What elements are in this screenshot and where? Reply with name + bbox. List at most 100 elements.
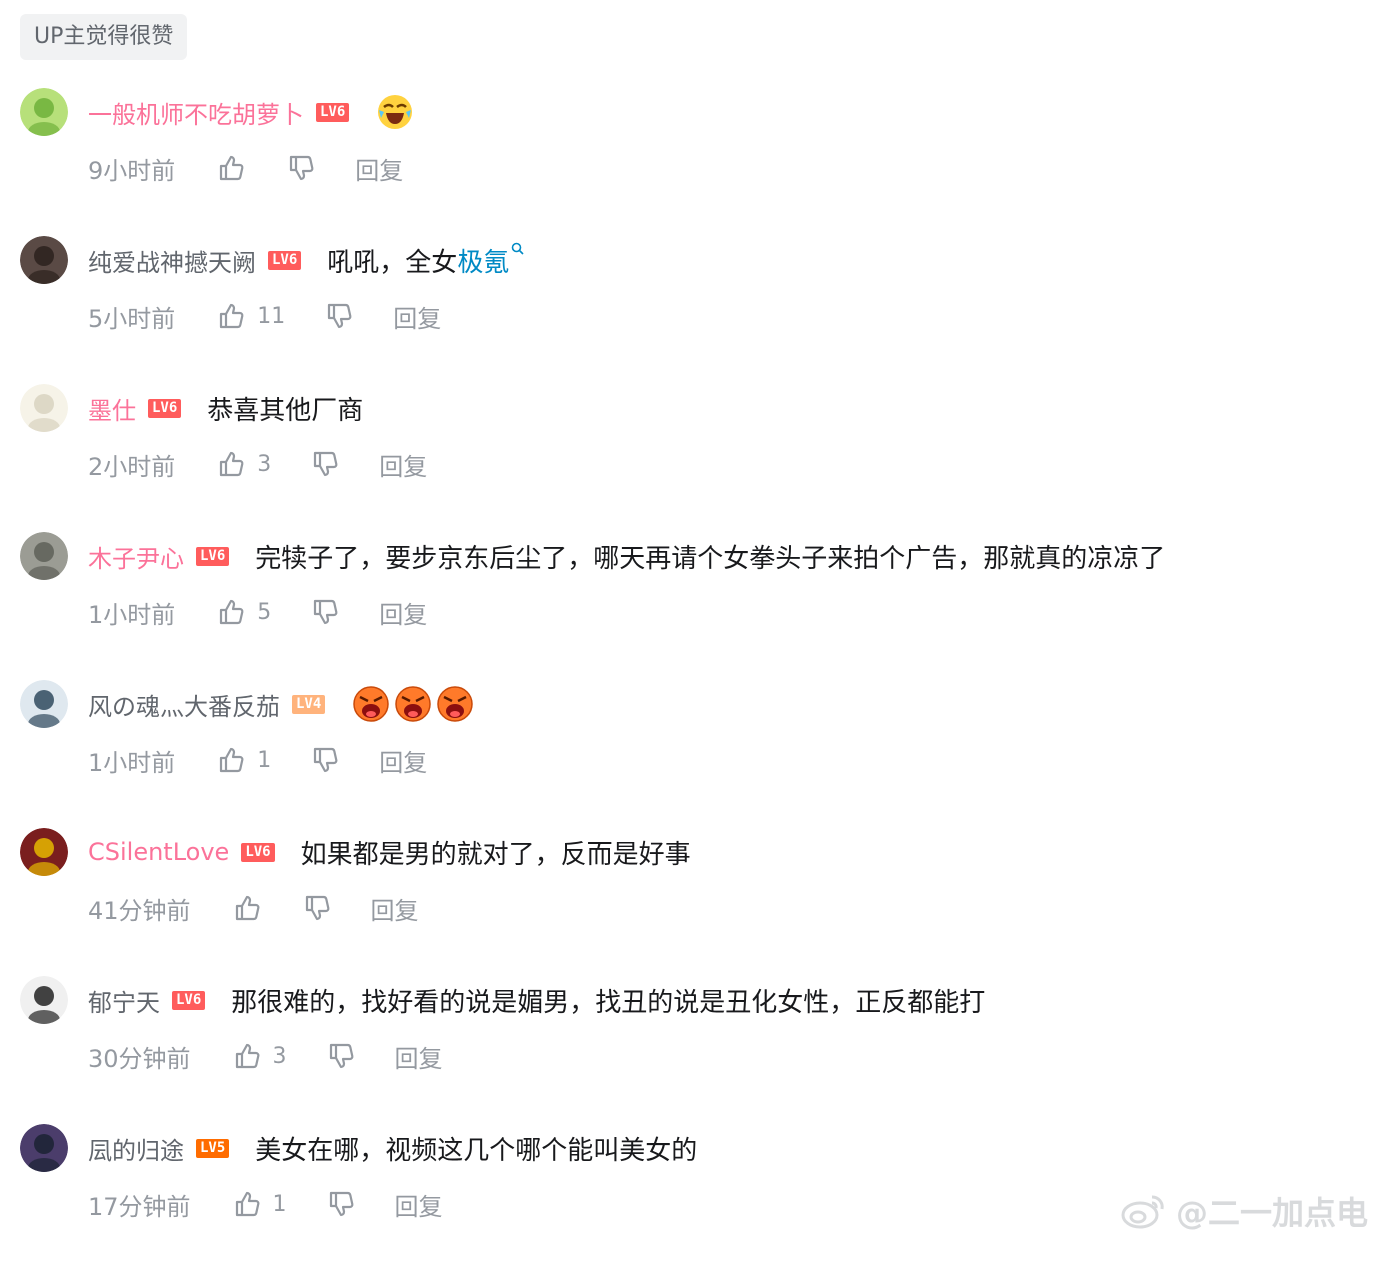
level-badge: LV6 — [241, 842, 275, 862]
thumbs-up-icon — [215, 300, 247, 332]
comment-footer: 30分钟前 3 回复 — [88, 1036, 443, 1076]
comment-header: 墨仕 LV6 恭喜其他厂商 — [88, 388, 363, 428]
weibo-watermark: @二一加点电 — [1120, 1188, 1368, 1234]
thumbs-up-icon — [231, 1040, 263, 1072]
reply-button[interactable]: 回复 — [379, 743, 427, 778]
like-count: 1 — [257, 747, 272, 773]
thumbs-down-icon — [301, 892, 333, 924]
like-button[interactable]: 3 — [215, 448, 271, 480]
dislike-button[interactable] — [309, 596, 341, 628]
reply-button[interactable]: 回复 — [395, 1187, 443, 1222]
dislike-button[interactable] — [325, 1188, 357, 1220]
weibo-logo-icon — [1121, 1195, 1164, 1229]
level-badge: LV6 — [148, 398, 182, 418]
avatar[interactable] — [20, 88, 68, 136]
watermark-text: @二一加点电 — [1175, 1194, 1368, 1232]
reply-button[interactable]: 回复 — [393, 299, 441, 334]
reply-button[interactable]: 回复 — [395, 1039, 443, 1074]
avatar[interactable] — [20, 976, 68, 1024]
keyword-link[interactable]: 极氪 — [457, 248, 509, 278]
comment-footer: 2小时前 3 回复 — [88, 444, 427, 484]
comment-item: 墨仕 LV6 恭喜其他厂商 2小时前 3 回复 — [0, 384, 1382, 532]
comment-content: 完犊子了，要步京东后尘了，哪天再请个女拳头子来拍个广告，那就真的凉凉了 — [255, 538, 1165, 575]
comment-time: 1小时前 — [88, 748, 176, 777]
avatar[interactable] — [20, 384, 68, 432]
laughing-cry-emote — [375, 95, 417, 129]
comment-time: 30分钟前 — [88, 1044, 191, 1073]
dislike-button[interactable] — [301, 892, 333, 924]
like-button[interactable]: 5 — [215, 596, 271, 628]
comment-header: 纯爱战神撼天阙 LV6 吼吼，全女极氪 — [88, 240, 524, 280]
thumbs-up-icon — [215, 152, 247, 184]
reply-button[interactable]: 回复 — [379, 595, 427, 630]
comment-time: 17分钟前 — [88, 1192, 191, 1221]
level-badge: LV4 — [292, 694, 326, 714]
comment-header: 凨的归途 LV5 美女在哪，视频这几个哪个能叫美女的 — [88, 1128, 697, 1168]
like-button[interactable] — [215, 152, 247, 184]
comment-footer: 5小时前 11 回复 — [88, 296, 441, 336]
comment-footer: 1小时前 1 回复 — [88, 740, 427, 780]
username[interactable]: 凨的归途 — [88, 1131, 184, 1166]
level-badge: LV6 — [316, 102, 350, 122]
comment-content: 那很难的，找好看的说是媚男，找丑的说是丑化女性，正反都能打 — [231, 982, 985, 1019]
thumbs-down-icon — [325, 1188, 357, 1220]
like-button[interactable]: 1 — [231, 1188, 287, 1220]
reply-button[interactable]: 回复 — [371, 891, 419, 926]
like-button[interactable]: 11 — [215, 300, 285, 332]
comment-content — [375, 92, 417, 132]
username[interactable]: 木子尹心 — [88, 539, 184, 574]
comment-item: CSilentLove LV6 如果都是男的就对了，反而是好事 41分钟前 回复 — [0, 828, 1382, 976]
username[interactable]: 一般机师不吃胡萝卜 — [88, 95, 304, 130]
comment-item: 风の魂灬大番反茄 LV4 1小时前 1 回复 — [0, 680, 1382, 828]
like-button[interactable] — [231, 892, 263, 924]
like-count: 3 — [257, 451, 272, 477]
comment-footer: 9小时前 回复 — [88, 148, 403, 188]
comment-time: 41分钟前 — [88, 896, 191, 925]
avatar[interactable] — [20, 1124, 68, 1172]
comment-item: 木子尹心 LV6 完犊子了，要步京东后尘了，哪天再请个女拳头子来拍个广告，那就真的凉… — [0, 532, 1382, 680]
comment-time: 5小时前 — [88, 304, 176, 333]
like-count: 11 — [257, 303, 286, 329]
comment-content: 吼吼，全女极氪 — [327, 242, 524, 279]
search-icon[interactable] — [511, 242, 524, 259]
avatar[interactable] — [20, 236, 68, 284]
thumbs-down-icon — [285, 152, 317, 184]
avatar[interactable] — [20, 828, 68, 876]
username[interactable]: CSilentLove — [88, 838, 229, 866]
comment-content — [351, 684, 477, 724]
comment-text: 吼吼，全女 — [327, 247, 458, 278]
up-liked-badge: UP主觉得很赞 — [20, 14, 188, 60]
comment-header: 风の魂灬大番反茄 LV4 — [88, 684, 477, 724]
thumbs-up-icon — [215, 596, 247, 628]
username[interactable]: 纯爱战神撼天阙 — [88, 243, 256, 278]
dislike-button[interactable] — [323, 300, 355, 332]
dislike-button[interactable] — [325, 1040, 357, 1072]
angry-emote — [393, 686, 435, 722]
comment-time: 1小时前 — [88, 600, 176, 629]
comment-text: 恭喜其他厂商 — [207, 395, 364, 426]
angry-emote — [435, 686, 477, 722]
like-button[interactable]: 1 — [215, 744, 271, 776]
angry-emote — [351, 686, 393, 722]
reply-button[interactable]: 回复 — [379, 447, 427, 482]
like-count: 5 — [257, 599, 272, 625]
level-badge: LV6 — [196, 546, 230, 566]
comment-footer: 1小时前 5 回复 — [88, 592, 427, 632]
avatar[interactable] — [20, 532, 68, 580]
thumbs-down-icon — [325, 1040, 357, 1072]
username[interactable]: 风の魂灬大番反茄 — [88, 687, 280, 722]
thumbs-down-icon — [323, 300, 355, 332]
comment-time: 2小时前 — [88, 452, 176, 481]
comment-item: 纯爱战神撼天阙 LV6 吼吼，全女极氪 5小时前 11 回复 — [0, 236, 1382, 384]
comment-header: 一般机师不吃胡萝卜 LV6 — [88, 92, 417, 132]
dislike-button[interactable] — [285, 152, 317, 184]
username[interactable]: 墨仕 — [88, 391, 136, 426]
username[interactable]: 郁宁天 — [88, 983, 160, 1018]
comment-item: 郁宁天 LV6 那很难的，找好看的说是媚男，找丑的说是丑化女性，正反都能打 30分钟前… — [0, 976, 1382, 1124]
comment-header: 木子尹心 LV6 完犊子了，要步京东后尘了，哪天再请个女拳头子来拍个广告，那就真的凉… — [88, 536, 1165, 576]
dislike-button[interactable] — [309, 448, 341, 480]
dislike-button[interactable] — [309, 744, 341, 776]
reply-button[interactable]: 回复 — [355, 151, 403, 186]
avatar[interactable] — [20, 680, 68, 728]
like-button[interactable]: 3 — [231, 1040, 287, 1072]
